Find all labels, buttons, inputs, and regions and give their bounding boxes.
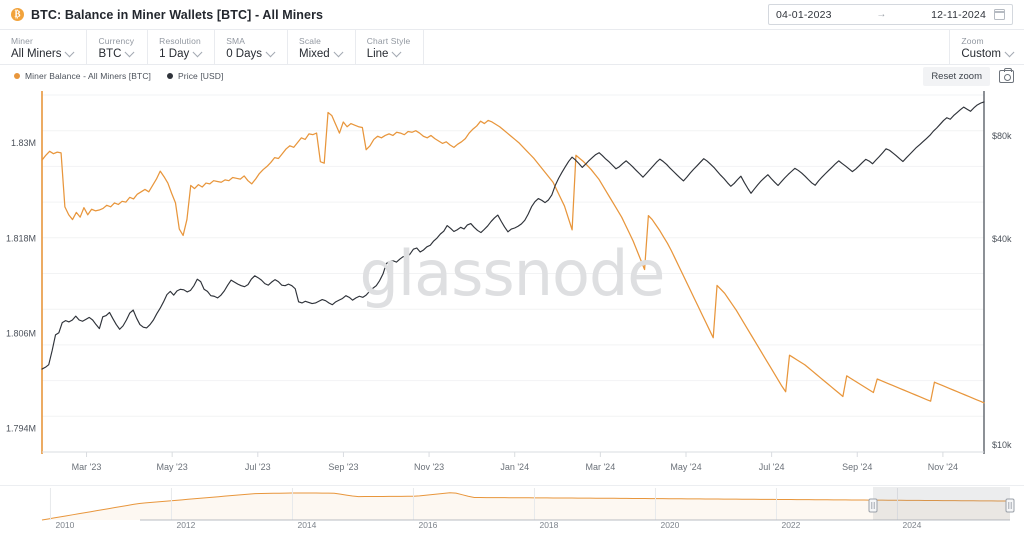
nav-handle-left[interactable] (868, 498, 878, 513)
date-from[interactable]: 04-01-2023 (776, 9, 832, 21)
chart-area[interactable]: glassnode 1.794M 1.806M 1.818M 1.83M $10k $40… (0, 87, 1024, 485)
navigator-svg[interactable]: 2010 2012 2014 2016 2018 2020 2022 2024 (0, 486, 1024, 530)
date-range-picker[interactable]: 04-01-2023 → 12-11-2024 (768, 4, 1013, 25)
dropdown-currency-label: Currency (98, 36, 135, 46)
bitcoin-icon: ₿ (11, 8, 24, 21)
nav-handle-right[interactable] (1005, 498, 1015, 513)
dropdown-miner[interactable]: Miner All Miners (0, 30, 88, 64)
y-axis-right-tick: $10k (992, 440, 1012, 450)
x-axis-tick-label: Jul '24 (759, 462, 785, 472)
y-axis-right-tick: $40k (992, 234, 1012, 244)
date-range-arrow: → (876, 9, 887, 20)
chevron-down-icon[interactable] (392, 46, 402, 57)
page-title: BTC: Balance in Miner Wallets [BTC] - Al… (31, 7, 324, 22)
dropdown-resolution[interactable]: Resolution 1 Day (148, 30, 216, 64)
nav-handle-body[interactable] (868, 498, 878, 513)
legend-swatch-price (167, 73, 174, 79)
navigator-area-fill (42, 492, 1010, 520)
legend-item-miner-balance[interactable]: Miner Balance - All Miners [BTC] (14, 71, 151, 81)
dropdown-chart-style[interactable]: Chart Style Line (356, 30, 425, 64)
y-axis-left-tick: 1.806M (6, 329, 36, 339)
dropdown-zoom-label: Zoom (961, 36, 984, 46)
x-axis-tick-label: Nov '23 (414, 462, 444, 472)
dropdown-scale[interactable]: Scale Mixed (288, 30, 356, 64)
series-miner-balance (41, 111, 985, 404)
y-axis-left-tick: 1.818M (6, 233, 36, 243)
camera-icon[interactable] (999, 67, 1014, 83)
chevron-down-icon[interactable] (333, 46, 344, 57)
navigator-year-label: 2024 (902, 520, 921, 530)
navigator-year-label: 2020 (660, 520, 679, 530)
y-axis-right-tick: $80k (992, 131, 1012, 141)
legend-item-price[interactable]: Price [USD] (167, 71, 224, 81)
navigator-year-label: 2010 (55, 520, 74, 530)
app-header: ₿ BTC: Balance in Miner Wallets [BTC] - … (0, 0, 1024, 30)
x-axis-tick-label: May '24 (670, 462, 701, 472)
x-axis-tick-label: Jan '24 (500, 462, 529, 472)
navigator-year-label: 2016 (418, 520, 437, 530)
dropdown-scale-value: Mixed (299, 48, 330, 60)
dropdown-resolution-value: 1 Day (159, 48, 190, 60)
x-axis-tick-label: Mar '23 (72, 462, 102, 472)
chevron-down-icon[interactable] (65, 46, 75, 57)
dropdown-sma-label: SMA (226, 36, 246, 46)
dropdown-resolution-label: Resolution (159, 36, 201, 46)
dropdown-sma-value: 0 Days (226, 48, 263, 60)
chart-svg[interactable]: 1.794M 1.806M 1.818M 1.83M $10k $40k $80k Mar '… (0, 87, 1024, 485)
legend-swatch-miner-balance (14, 73, 20, 79)
chevron-down-icon[interactable] (265, 46, 276, 57)
navigator-year-label: 2022 (781, 520, 800, 530)
dropdown-currency-value: BTC (98, 48, 122, 60)
dropdown-chart-style-value: Line (366, 48, 389, 60)
navigator-year-label: 2018 (539, 520, 558, 530)
dropdown-miner-label: Miner (11, 36, 34, 46)
dropdown-chart-style-label: Chart Style (366, 36, 411, 46)
navigator-year-label: 2012 (176, 520, 195, 530)
dropdown-zoom[interactable]: Zoom Custom (950, 30, 1024, 64)
chart-toolbar: Reset zoom (923, 67, 1014, 86)
dropdown-zoom-value: Custom (961, 48, 1001, 60)
navigator-selection[interactable] (873, 487, 1010, 520)
options-bar-spacer (424, 30, 951, 64)
x-axis-tick-label: Sep '24 (842, 462, 872, 472)
x-axis-tick-label: Nov '24 (928, 462, 958, 472)
x-axis-tick-label: Sep '23 (328, 462, 358, 472)
x-axis-tick-label: Jul '23 (245, 462, 271, 472)
options-bar: Miner All Miners Currency BTC Resolution… (0, 30, 1024, 65)
chevron-down-icon[interactable] (1004, 46, 1015, 57)
chevron-down-icon[interactable] (192, 46, 203, 57)
range-navigator[interactable]: 2010 2012 2014 2016 2018 2020 2022 2024 (0, 485, 1024, 530)
nav-handle-body[interactable] (1005, 498, 1015, 513)
navigator-year-label: 2014 (297, 520, 316, 530)
dropdown-miner-value: All Miners (11, 48, 62, 60)
x-axis-tick-label: Mar '24 (585, 462, 615, 472)
y-axis-left-tick: 1.794M (6, 424, 36, 434)
dropdown-scale-label: Scale (299, 36, 322, 46)
y-axis-left-tick: 1.83M (11, 138, 36, 148)
chevron-down-icon[interactable] (125, 46, 135, 57)
legend-label-miner-balance: Miner Balance - All Miners [BTC] (25, 71, 152, 81)
x-axis-tick-label: May '23 (157, 462, 188, 472)
reset-zoom-button[interactable]: Reset zoom (923, 67, 990, 86)
calendar-icon[interactable] (993, 9, 1006, 20)
dropdown-sma[interactable]: SMA 0 Days (215, 30, 289, 64)
date-to[interactable]: 12-11-2024 (931, 9, 986, 21)
legend-bar: Miner Balance - All Miners [BTC] Price [… (0, 65, 1024, 87)
legend-label-price: Price [USD] (178, 71, 224, 81)
dropdown-currency[interactable]: Currency BTC (87, 30, 149, 64)
